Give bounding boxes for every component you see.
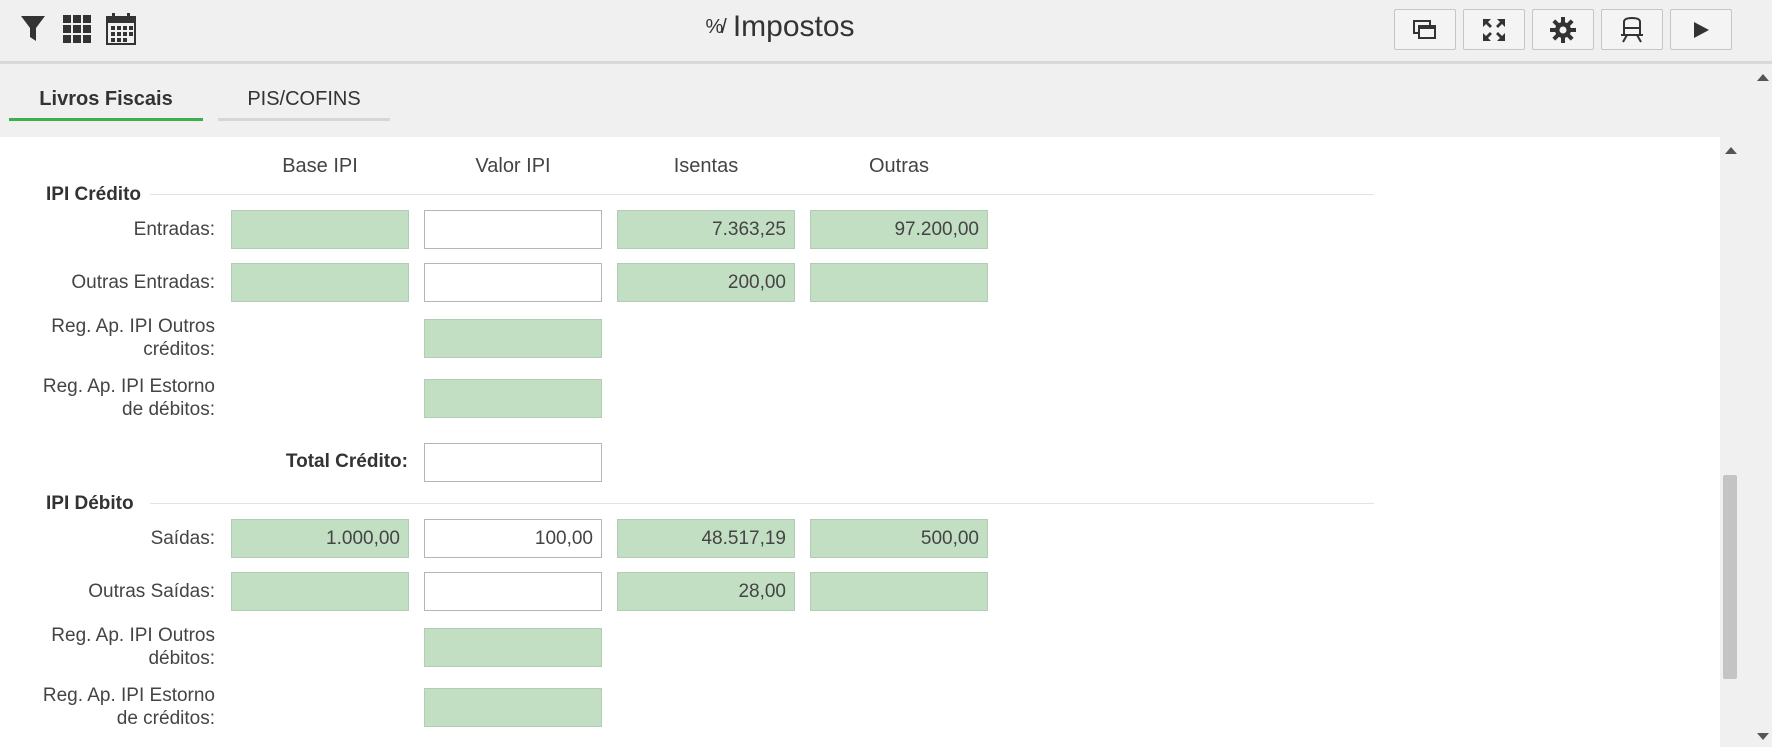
label-line: Reg. Ap. IPI Estorno — [42, 685, 215, 706]
outras-saidas-valor-ipi-input[interactable] — [424, 572, 602, 611]
label-outras-entradas: Outras Entradas: — [71, 272, 215, 293]
saidas-isentas-field: 48.517,19 — [617, 519, 795, 558]
fullscreen-button[interactable] — [1463, 9, 1525, 50]
tax-icon: %/ — [705, 16, 726, 38]
page-scrollbar[interactable] — [1752, 64, 1772, 747]
label-line: Reg. Ap. IPI Outros — [51, 316, 215, 337]
train-icon — [1621, 16, 1643, 42]
label-line: de créditos: — [116, 708, 215, 729]
settings-button[interactable] — [1532, 9, 1594, 50]
train-button[interactable] — [1601, 9, 1663, 50]
label-line: Reg. Ap. IPI Outros — [51, 625, 215, 646]
top-toolbar: %/ Impostos — [0, 0, 1772, 64]
label-outras-saidas: Outras Saídas: — [88, 581, 215, 602]
label-line: Reg. Ap. IPI Estorno — [42, 376, 215, 397]
entradas-outras-field: 97.200,00 — [810, 210, 988, 249]
page-scroll-down-icon[interactable] — [1757, 733, 1769, 740]
page-title-text: Impostos — [732, 10, 855, 43]
fullscreen-icon — [1483, 18, 1505, 41]
saidas-valor-ipi-input[interactable]: 100,00 — [424, 519, 602, 558]
outros-debitos-valor-field — [424, 628, 602, 667]
entradas-valor-ipi-input[interactable] — [424, 210, 602, 249]
content-panel: Base IPI Valor IPI Isentas Outras IPI Cr… — [0, 137, 1720, 747]
label-outros-debitos: Reg. Ap. IPI Outros débitos: — [51, 624, 215, 670]
label-line: de débitos: — [122, 399, 215, 420]
page-title: %/ Impostos — [0, 10, 1560, 44]
outras-entradas-isentas-field: 200,00 — [617, 263, 795, 302]
toolbar-right-group — [1394, 9, 1732, 50]
entradas-base-ipi-field — [231, 210, 409, 249]
label-line: créditos: — [143, 339, 215, 360]
section-divider — [150, 194, 1374, 195]
tab-livros-fiscais[interactable]: Livros Fiscais — [9, 80, 203, 121]
outras-entradas-valor-ipi-input[interactable] — [424, 263, 602, 302]
label-entradas: Entradas: — [133, 219, 215, 240]
outras-saidas-isentas-field: 28,00 — [617, 572, 795, 611]
window-icon — [1413, 19, 1436, 39]
label-estorno-debitos: Reg. Ap. IPI Estorno de débitos: — [43, 375, 215, 421]
estorno-debitos-valor-field — [424, 379, 602, 418]
section-divider — [150, 503, 1374, 504]
saidas-outras-field: 500,00 — [810, 519, 988, 558]
panel-scroll-thumb[interactable] — [1723, 475, 1737, 679]
play-icon — [1694, 21, 1709, 38]
play-button[interactable] — [1670, 9, 1732, 50]
outras-entradas-base-ipi-field — [231, 263, 409, 302]
outras-saidas-base-ipi-field — [231, 572, 409, 611]
outras-saidas-outras-field — [810, 572, 988, 611]
label-total-credito: Total Crédito: — [285, 451, 408, 472]
estorno-creditos-valor-field — [424, 688, 602, 727]
saidas-base-ipi-field: 1.000,00 — [231, 519, 409, 558]
label-outros-creditos: Reg. Ap. IPI Outros créditos: — [51, 315, 215, 361]
section-title-ipi-debito: IPI Débito — [46, 493, 134, 514]
label-saidas: Saídas: — [150, 528, 215, 549]
panel-scrollbar[interactable] — [1720, 137, 1740, 747]
tab-pis-cofins[interactable]: PIS/COFINS — [218, 80, 390, 121]
total-credito-field — [424, 443, 602, 482]
section-title-ipi-credito: IPI Crédito — [46, 184, 142, 205]
column-header-base-ipi: Base IPI — [282, 155, 358, 177]
panel-scroll-up-icon[interactable] — [1725, 147, 1737, 154]
column-header-isentas: Isentas — [673, 155, 739, 177]
gear-icon — [1550, 16, 1576, 43]
entradas-isentas-field: 7.363,25 — [617, 210, 795, 249]
tab-bar: Livros Fiscais PIS/COFINS — [9, 80, 390, 121]
column-header-outras: Outras — [868, 155, 930, 177]
outros-creditos-valor-field — [424, 319, 602, 358]
window-button[interactable] — [1394, 9, 1456, 50]
label-line: débitos: — [148, 648, 215, 669]
column-header-valor-ipi: Valor IPI — [475, 155, 551, 177]
page-scroll-up-icon[interactable] — [1757, 74, 1769, 81]
outras-entradas-outras-field — [810, 263, 988, 302]
label-estorno-creditos: Reg. Ap. IPI Estorno de créditos: — [43, 684, 215, 730]
